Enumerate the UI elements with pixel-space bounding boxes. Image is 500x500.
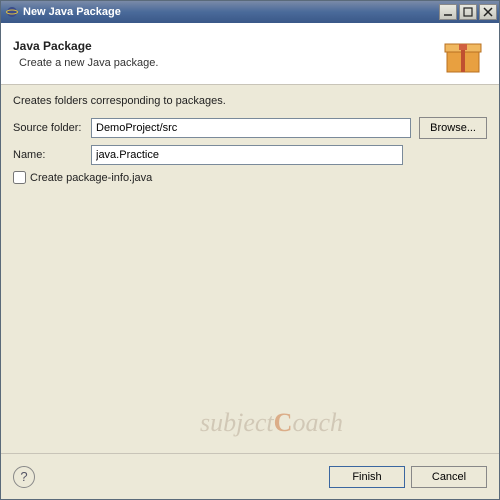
source-folder-row: Source folder: Browse... bbox=[13, 117, 487, 139]
description-text: Creates folders corresponding to package… bbox=[13, 95, 487, 107]
title-bar: New Java Package bbox=[1, 1, 499, 23]
close-button[interactable] bbox=[479, 4, 497, 20]
window-controls bbox=[439, 4, 497, 20]
banner-text: Java Package Create a new Java package. bbox=[13, 39, 439, 69]
help-button[interactable]: ? bbox=[13, 466, 35, 488]
package-info-row: Create package-info.java bbox=[13, 171, 487, 184]
browse-button[interactable]: Browse... bbox=[419, 117, 487, 139]
dialog-window: New Java Package Java Package Create a n… bbox=[0, 0, 500, 500]
source-folder-input[interactable] bbox=[91, 118, 411, 138]
name-input[interactable] bbox=[91, 145, 403, 165]
footer: ? Finish Cancel bbox=[1, 453, 499, 499]
help-icon: ? bbox=[20, 469, 27, 484]
banner-subtitle: Create a new Java package. bbox=[19, 57, 439, 69]
name-row: Name: bbox=[13, 145, 487, 165]
package-icon bbox=[439, 30, 487, 78]
maximize-button[interactable] bbox=[459, 4, 477, 20]
banner: Java Package Create a new Java package. bbox=[1, 23, 499, 85]
minimize-button[interactable] bbox=[439, 4, 457, 20]
content-area: Creates folders corresponding to package… bbox=[1, 85, 499, 453]
package-info-checkbox[interactable] bbox=[13, 171, 26, 184]
finish-button[interactable]: Finish bbox=[329, 466, 405, 488]
window-title: New Java Package bbox=[23, 6, 439, 18]
cancel-button[interactable]: Cancel bbox=[411, 466, 487, 488]
name-label: Name: bbox=[13, 149, 91, 161]
package-info-label: Create package-info.java bbox=[30, 172, 152, 184]
banner-title: Java Package bbox=[13, 39, 439, 53]
source-folder-label: Source folder: bbox=[13, 122, 91, 134]
eclipse-icon bbox=[5, 5, 19, 19]
